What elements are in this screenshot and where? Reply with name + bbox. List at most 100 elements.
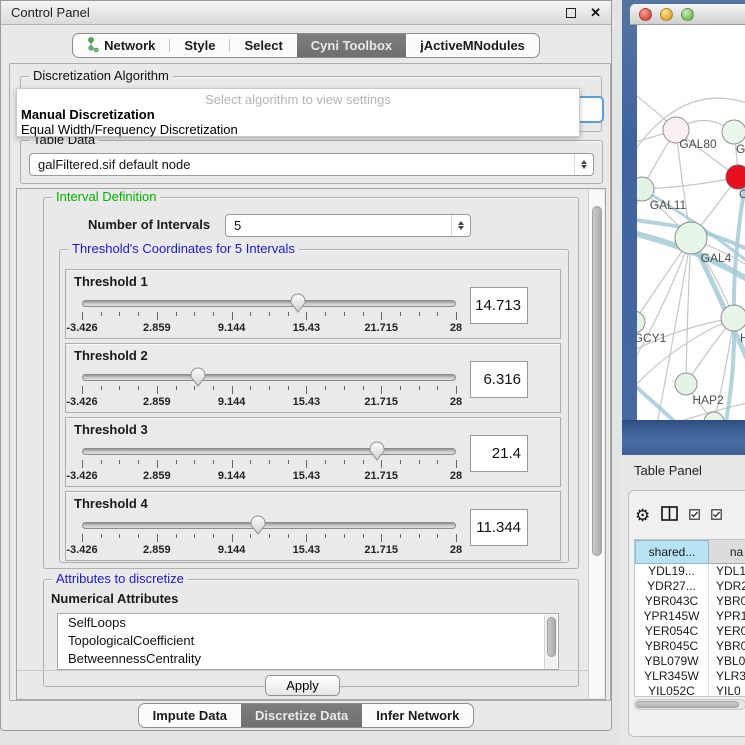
table-cell[interactable]: YPR1 bbox=[709, 609, 745, 624]
table-row[interactable]: YIL052CYIL0 bbox=[635, 684, 745, 697]
settings-panel-scrollbar[interactable] bbox=[588, 190, 604, 698]
slider-track[interactable] bbox=[82, 300, 456, 307]
table-cell[interactable]: YBR045C bbox=[635, 639, 709, 654]
tick-label: -3.426 bbox=[66, 544, 97, 556]
table-cell[interactable]: YDL19... bbox=[635, 564, 709, 579]
attribute-item-selfloops[interactable]: SelfLoops bbox=[58, 614, 558, 632]
zoom-traffic-light-icon[interactable] bbox=[681, 8, 694, 21]
slider-handle[interactable] bbox=[368, 440, 386, 461]
attributes-scrollbar-thumb[interactable] bbox=[547, 617, 556, 657]
attributes-list-scrollbar[interactable] bbox=[544, 615, 557, 669]
table-row[interactable]: YBR043CYBR0 bbox=[635, 594, 745, 609]
tab-select[interactable]: Select bbox=[230, 34, 296, 57]
tick-label: 21.715 bbox=[364, 470, 398, 482]
attribute-item-betweennesscentrality[interactable]: BetweennessCentrality bbox=[58, 650, 558, 668]
checkbox-icon[interactable] bbox=[689, 508, 700, 523]
split-columns-icon[interactable] bbox=[661, 506, 678, 524]
tick-label: 15.43 bbox=[293, 470, 321, 482]
table-row[interactable]: YLR345WYLR3 bbox=[635, 669, 745, 684]
network-node-label: C bbox=[739, 187, 745, 201]
table-hscrollbar-thumb[interactable] bbox=[636, 701, 739, 708]
table-row[interactable]: YBL079WYBL0 bbox=[635, 654, 745, 669]
network-node-hap2[interactable] bbox=[675, 373, 697, 395]
network-node-label: GAL11 bbox=[650, 198, 687, 212]
slider-area: -3.4262.8599.14415.4321.71528 bbox=[82, 292, 456, 338]
table-row[interactable]: YPR145WYPR1 bbox=[635, 609, 745, 624]
network-node-h[interactable] bbox=[721, 305, 745, 331]
desktop: { "window": { "title": "Control Panel" }… bbox=[0, 0, 745, 745]
tab-cyni-toolbox[interactable]: Cyni Toolbox bbox=[297, 34, 406, 57]
table-cell[interactable]: YBR043C bbox=[635, 594, 709, 609]
network-node-g[interactable] bbox=[722, 120, 745, 144]
table-column-header-1[interactable]: na bbox=[709, 540, 745, 564]
threshold-panel-1: Threshold 1-3.4262.8599.14415.4321.71528 bbox=[65, 269, 561, 339]
tab-style[interactable]: Style bbox=[170, 34, 229, 57]
tick-label: 2.859 bbox=[143, 322, 171, 334]
table-row[interactable]: YDL19...YDL1 bbox=[635, 564, 745, 579]
network-canvas[interactable]: GAL80GCGAL11GAL4GCY1HHAP2 bbox=[637, 25, 745, 420]
close-icon[interactable]: ✕ bbox=[590, 5, 601, 21]
tick-label: 9.144 bbox=[218, 396, 246, 408]
attributes-group-title: Attributes to discretize bbox=[52, 572, 188, 586]
table-cell[interactable]: YBL0 bbox=[709, 654, 745, 669]
table-row[interactable]: YDR27...YDR2 bbox=[635, 579, 745, 594]
table-row[interactable]: YER054CYER0 bbox=[635, 624, 745, 639]
table-cell[interactable]: YER0 bbox=[709, 624, 745, 639]
tick-label: 21.715 bbox=[364, 396, 398, 408]
dropdown-placeholder-option: Select algorithm to view settings bbox=[17, 89, 579, 107]
settings-panel-scrollbar-thumb[interactable] bbox=[592, 206, 602, 556]
network-window-titlebar[interactable] bbox=[630, 4, 745, 25]
threshold-value-field-1[interactable] bbox=[470, 287, 528, 324]
table-cell[interactable]: YDR27... bbox=[635, 579, 709, 594]
table-cell[interactable]: YLR345W bbox=[635, 669, 709, 684]
control-panel-titlebar[interactable]: Control Panel ✕ bbox=[1, 1, 611, 25]
tab-jactivemnodules[interactable]: jActiveMNodules bbox=[406, 34, 539, 57]
table-cell[interactable]: YDL1 bbox=[709, 564, 745, 579]
table-cell[interactable]: YBL079W bbox=[635, 654, 709, 669]
threshold-value-field-4[interactable] bbox=[470, 509, 528, 546]
dropdown-option-manual-discretization[interactable]: Manual Discretization bbox=[17, 107, 579, 122]
table-cell[interactable]: YIL0 bbox=[709, 684, 745, 697]
slider-area: -3.4262.8599.14415.4321.71528 bbox=[82, 440, 456, 486]
slider-handle[interactable] bbox=[189, 366, 207, 387]
table-column-header-0[interactable]: shared... bbox=[635, 540, 709, 564]
slider-ticks bbox=[82, 534, 456, 543]
table-cell[interactable]: YBR0 bbox=[709, 639, 745, 654]
network-node-gal4[interactable] bbox=[675, 222, 707, 254]
slider-handle[interactable] bbox=[249, 514, 267, 535]
slider-track[interactable] bbox=[82, 522, 456, 529]
table-data-combobox[interactable]: galFiltered.sif default node bbox=[29, 153, 594, 176]
tab-network[interactable]: Network bbox=[73, 34, 169, 57]
gear-icon[interactable]: ⚙ bbox=[635, 507, 650, 524]
table-horizontal-scrollbar[interactable] bbox=[634, 699, 745, 710]
tab-infer-network[interactable]: Infer Network bbox=[362, 704, 473, 727]
slider-track[interactable] bbox=[82, 448, 456, 455]
number-of-intervals-label: Number of Intervals bbox=[88, 217, 210, 232]
tab-discretize-data[interactable]: Discretize Data bbox=[241, 704, 362, 727]
minimize-traffic-light-icon[interactable] bbox=[660, 8, 673, 21]
attribute-item-topologicalcoefficient[interactable]: TopologicalCoefficient bbox=[58, 632, 558, 650]
table-cell[interactable]: YPR145W bbox=[635, 609, 709, 624]
network-node-gcy1[interactable] bbox=[637, 311, 645, 333]
table-cell[interactable]: YDR2 bbox=[709, 579, 745, 594]
dropdown-option-list: Manual DiscretizationEqual Width/Frequen… bbox=[17, 107, 579, 137]
interval-definition-group-title: Interval Definition bbox=[52, 190, 160, 204]
number-of-intervals-combobox[interactable]: 5 bbox=[225, 214, 471, 237]
apply-button[interactable]: Apply bbox=[265, 675, 340, 696]
slider-handle[interactable] bbox=[289, 292, 307, 313]
table-cell[interactable]: YIL052C bbox=[635, 684, 709, 697]
threshold-value-field-3[interactable] bbox=[470, 435, 528, 472]
table-cell[interactable]: YBR0 bbox=[709, 594, 745, 609]
table-cell[interactable]: YER054C bbox=[635, 624, 709, 639]
checkbox-icon[interactable] bbox=[711, 508, 722, 523]
network-node-red[interactable] bbox=[726, 165, 745, 189]
float-window-icon[interactable] bbox=[566, 8, 576, 18]
network-node-label: G bbox=[736, 142, 745, 156]
close-traffic-light-icon[interactable] bbox=[639, 8, 652, 21]
table-row[interactable]: YBR045CYBR0 bbox=[635, 639, 745, 654]
tab-impute-data[interactable]: Impute Data bbox=[139, 704, 241, 727]
table-cell[interactable]: YLR3 bbox=[709, 669, 745, 684]
slider-track[interactable] bbox=[82, 374, 456, 381]
dropdown-option-equal-width-frequency-discretization[interactable]: Equal Width/Frequency Discretization bbox=[17, 122, 579, 137]
threshold-value-field-2[interactable] bbox=[470, 361, 528, 398]
